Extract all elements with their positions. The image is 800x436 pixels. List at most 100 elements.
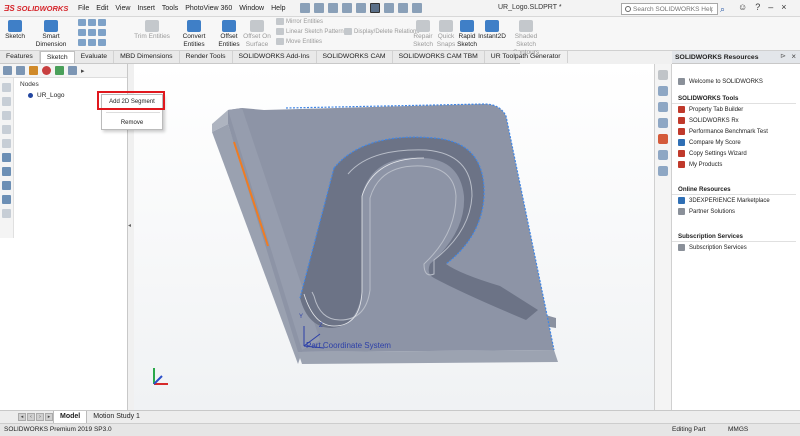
- instant2d-button[interactable]: Instant2D: [478, 20, 506, 41]
- part-coordinate-system-label[interactable]: Part Coordinate System: [306, 341, 391, 350]
- save-icon[interactable]: [327, 3, 338, 13]
- slot-tools[interactable]: [78, 39, 108, 48]
- tree-node-ur-logo[interactable]: UR_Logo: [28, 92, 64, 99]
- welcome-link[interactable]: Welcome to SOLIDWORKS: [672, 76, 800, 87]
- offset-on-surface-button[interactable]: Offset On Surface: [242, 20, 272, 49]
- feature-tree-icon[interactable]: [3, 66, 12, 75]
- menu-photoview[interactable]: PhotoView 360: [185, 5, 232, 12]
- tab-ur-toolpath[interactable]: UR Toolpath Generator: [485, 51, 568, 63]
- file-properties-icon[interactable]: [397, 3, 408, 13]
- online-partner-solutions[interactable]: Partner Solutions: [672, 206, 800, 217]
- side-tool-3-icon[interactable]: [2, 111, 11, 120]
- design-library-icon[interactable]: [658, 86, 668, 96]
- tool-copy-settings[interactable]: Copy Settings Wizard: [672, 148, 800, 159]
- menu-help[interactable]: Help: [271, 5, 285, 12]
- graphics-viewport[interactable]: Y Z Part Coordinate System: [134, 64, 654, 410]
- pin-icon[interactable]: ⊳: [780, 52, 786, 60]
- search-input[interactable]: [633, 5, 713, 13]
- online-section-header[interactable]: Online Resources: [672, 184, 796, 195]
- mirror-entities-button[interactable]: Mirror Entities: [276, 18, 323, 27]
- minimize-icon[interactable]: –: [768, 2, 773, 12]
- appearance-icon[interactable]: [42, 66, 51, 75]
- side-tool-10-icon[interactable]: [2, 209, 11, 218]
- move-entities-button[interactable]: Move Entities: [276, 38, 322, 47]
- menu-insert[interactable]: Insert: [137, 5, 155, 12]
- trim-entities-button[interactable]: Trim Entities: [134, 20, 170, 41]
- next-tab-icon[interactable]: ›: [36, 413, 44, 421]
- resources-close-icon[interactable]: ×: [791, 52, 796, 61]
- tab-motion-study[interactable]: Motion Study 1: [86, 411, 146, 423]
- tab-model[interactable]: Model: [53, 411, 87, 423]
- side-tool-6-icon[interactable]: [2, 153, 11, 162]
- side-tool-2-icon[interactable]: [2, 97, 11, 106]
- solidworks-forum-icon[interactable]: [658, 166, 668, 176]
- side-tool-7-icon[interactable]: [2, 167, 11, 176]
- menu-tools[interactable]: Tools: [162, 5, 178, 12]
- ur-plugin-icon[interactable]: [68, 66, 77, 75]
- tab-cam-tbm[interactable]: SOLIDWORKS CAM TBM: [393, 51, 485, 63]
- tool-property-tab-builder[interactable]: Property Tab Builder: [672, 104, 800, 115]
- side-tool-9-icon[interactable]: [2, 195, 11, 204]
- tool-my-products[interactable]: My Products: [672, 159, 800, 170]
- rectangle-tools[interactable]: [78, 29, 108, 38]
- close-icon[interactable]: ×: [781, 2, 786, 12]
- tool-benchmark[interactable]: Performance Benchmark Test: [672, 126, 800, 137]
- subscription-services-link[interactable]: Subscription Services: [672, 242, 800, 253]
- configuration-icon[interactable]: [29, 66, 38, 75]
- smart-dimension-button[interactable]: Smart Dimension: [28, 20, 74, 49]
- quick-snaps-button[interactable]: Quick Snaps: [436, 20, 456, 49]
- appearances-icon[interactable]: [658, 134, 668, 144]
- menu-view[interactable]: View: [115, 5, 130, 12]
- print-icon[interactable]: [341, 3, 352, 13]
- help-search-box[interactable]: [621, 3, 718, 15]
- new-document-icon[interactable]: [299, 3, 310, 13]
- line-tools[interactable]: [78, 19, 108, 28]
- select-icon[interactable]: [369, 3, 380, 13]
- user-icon[interactable]: ☺: [738, 2, 747, 12]
- panel-more-icon[interactable]: ▸: [81, 67, 85, 75]
- first-tab-icon[interactable]: ◂: [18, 413, 26, 421]
- file-explorer-icon[interactable]: [658, 102, 668, 112]
- menu-remove[interactable]: Remove: [102, 120, 162, 126]
- offset-entities-button[interactable]: Offset Entities: [218, 20, 240, 49]
- rapid-sketch-button[interactable]: Rapid Sketch: [456, 20, 478, 49]
- solidworks-logo[interactable]: ƎS SOLIDWORKS: [0, 4, 72, 13]
- help-icon[interactable]: ?: [755, 2, 760, 12]
- tab-cam[interactable]: SOLIDWORKS CAM: [317, 51, 393, 63]
- last-tab-icon[interactable]: ▸: [45, 413, 53, 421]
- prev-tab-icon[interactable]: ‹: [27, 413, 35, 421]
- tab-addins[interactable]: SOLIDWORKS Add-Ins: [233, 51, 317, 63]
- custom-properties-icon[interactable]: [658, 150, 668, 160]
- status-units[interactable]: MMGS: [728, 426, 748, 433]
- search-go-icon[interactable]: ⌕: [720, 3, 730, 15]
- side-tool-1-icon[interactable]: [2, 83, 11, 92]
- repair-sketch-button[interactable]: Repair Sketch: [410, 20, 436, 49]
- tool-compare-score[interactable]: Compare My Score: [672, 137, 800, 148]
- view-palette-icon[interactable]: [658, 118, 668, 128]
- tab-render-tools[interactable]: Render Tools: [180, 51, 233, 63]
- undo-icon[interactable]: [355, 3, 366, 13]
- tab-mbd-dimensions[interactable]: MBD Dimensions: [114, 51, 180, 63]
- resources-home-icon[interactable]: [658, 70, 668, 80]
- display-delete-relations-button[interactable]: Display/Delete Relations: [344, 28, 419, 37]
- rebuild-icon[interactable]: [383, 3, 394, 13]
- online-marketplace[interactable]: 3DEXPERIENCE Marketplace: [672, 195, 800, 206]
- property-manager-icon[interactable]: [16, 66, 25, 75]
- tab-evaluate[interactable]: Evaluate: [75, 51, 115, 63]
- sketch-button[interactable]: Sketch: [3, 20, 27, 41]
- cam-tree-icon[interactable]: [55, 66, 64, 75]
- menu-file[interactable]: File: [78, 5, 89, 12]
- menu-edit[interactable]: Edit: [96, 5, 108, 12]
- options-gear-icon[interactable]: [411, 3, 422, 13]
- tools-section-header[interactable]: SOLIDWORKS Tools: [672, 93, 796, 104]
- tool-solidworks-rx[interactable]: SOLIDWORKS Rx: [672, 115, 800, 126]
- linear-pattern-button[interactable]: Linear Sketch Pattern: [276, 28, 344, 37]
- side-tool-4-icon[interactable]: [2, 125, 11, 134]
- side-tool-5-icon[interactable]: [2, 139, 11, 148]
- open-icon[interactable]: [313, 3, 324, 13]
- convert-entities-button[interactable]: Convert Entities: [172, 20, 216, 49]
- tab-features[interactable]: Features: [0, 51, 40, 63]
- menu-window[interactable]: Window: [239, 5, 264, 12]
- tab-sketch[interactable]: Sketch: [39, 51, 75, 63]
- side-tool-8-icon[interactable]: [2, 181, 11, 190]
